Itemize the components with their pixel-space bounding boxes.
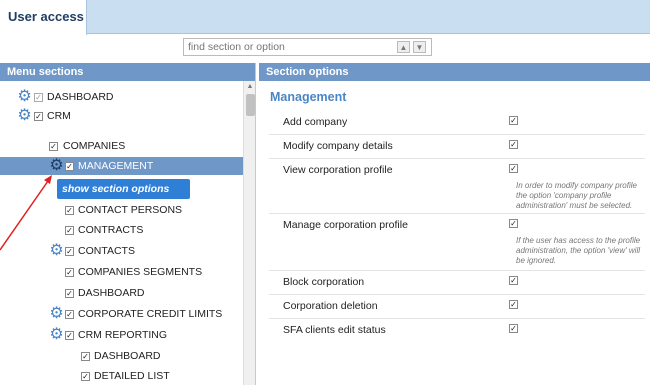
checkbox[interactable]: ✓: [65, 310, 74, 319]
tree-item-contact-persons[interactable]: ✓ CONTACT PERSONS: [0, 201, 243, 219]
checkbox[interactable]: ✓: [81, 352, 90, 361]
checkbox[interactable]: ✓: [65, 289, 74, 298]
tree-item-label: CONTACT PERSONS: [78, 204, 183, 216]
option-checkbox[interactable]: ✓: [509, 164, 518, 173]
tree-item-corporate-credit-limits[interactable]: ⚙ ✓ CORPORATE CREDIT LIMITS: [0, 305, 243, 323]
option-checkbox[interactable]: ✓: [509, 324, 518, 333]
tree-item-label: DETAILED LIST: [94, 370, 170, 382]
option-checkbox[interactable]: ✓: [509, 219, 518, 228]
tab-user-access[interactable]: User access: [0, 0, 87, 35]
option-label: Add company: [283, 116, 348, 128]
tree-item-label: DASHBOARD: [47, 91, 114, 103]
tree-item-label: CRM: [47, 110, 71, 122]
menu-sections-panel: Menu sections ⚙ ✓ DASHBOARD ⚙ ✓ CRM ✓ CO…: [0, 63, 256, 385]
option-note: In order to modify company profile the o…: [516, 181, 637, 210]
show-section-options-tooltip: show section options: [57, 179, 190, 199]
tree-item-crm[interactable]: ⚙ ✓ CRM: [0, 107, 243, 125]
tree-item-label: CORPORATE CREDIT LIMITS: [78, 308, 223, 320]
gear-icon[interactable]: ⚙: [17, 89, 32, 105]
option-label: View corporation profile: [283, 164, 393, 176]
section-options-panel: Section options Management Add company ✓…: [259, 63, 650, 385]
checkbox[interactable]: ✓: [65, 206, 74, 215]
tree-item-label: CONTACTS: [78, 245, 135, 257]
checkbox[interactable]: ✓: [81, 372, 90, 381]
scroll-thumb[interactable]: [246, 94, 255, 116]
option-label: SFA clients edit status: [283, 324, 386, 336]
option-label: Modify company details: [283, 140, 393, 152]
checkbox[interactable]: ✓: [65, 268, 74, 277]
checkbox[interactable]: ✓: [49, 142, 58, 151]
scroll-up-icon[interactable]: ▲: [244, 81, 255, 93]
arrow-down-icon[interactable]: ▼: [413, 41, 426, 53]
tree-item-dashboard-3[interactable]: ✓ DASHBOARD: [0, 347, 243, 365]
tree-item-management[interactable]: ⚙ ✓ MANAGEMENT: [0, 157, 243, 175]
search-box: ▲ ▼: [183, 38, 432, 56]
option-row: Add company ✓: [269, 111, 645, 135]
search-input[interactable]: [184, 39, 389, 55]
option-row: Modify company details ✓: [269, 135, 645, 159]
tree-item-label: DASHBOARD: [78, 287, 145, 299]
option-row: SFA clients edit status ✓: [269, 319, 645, 343]
checkbox[interactable]: ✓: [65, 226, 74, 235]
checkbox[interactable]: ✓: [65, 162, 74, 171]
tree-item-contacts[interactable]: ⚙ ✓ CONTACTS: [0, 242, 243, 260]
tree-item-detailed-list[interactable]: ✓ DETAILED LIST: [0, 367, 243, 385]
tree-item-dashboard[interactable]: ⚙ ✓ DASHBOARD: [0, 88, 243, 106]
checkbox[interactable]: ✓: [34, 112, 43, 121]
option-checkbox[interactable]: ✓: [509, 140, 518, 149]
section-title: Management: [270, 90, 347, 104]
option-note: If the user has access to the profile ad…: [516, 236, 641, 265]
option-row: View corporation profile ✓ In order to m…: [269, 159, 645, 214]
tree-item-label: COMPANIES SEGMENTS: [78, 266, 203, 278]
tree-item-crm-reporting[interactable]: ⚙ ✓ CRM REPORTING: [0, 326, 243, 344]
option-label: Corporation deletion: [283, 300, 378, 312]
option-row: Manage corporation profile ✓ If the user…: [269, 214, 645, 271]
checkbox[interactable]: ✓: [65, 331, 74, 340]
gear-icon[interactable]: ⚙: [49, 327, 64, 343]
tree-item-companies-segments[interactable]: ✓ COMPANIES SEGMENTS: [0, 263, 243, 281]
tree-item-label: MANAGEMENT: [78, 160, 154, 172]
checkbox[interactable]: ✓: [65, 247, 74, 256]
tree-item-companies[interactable]: ✓ COMPANIES: [0, 137, 243, 155]
gear-icon[interactable]: ⚙: [49, 243, 64, 259]
tree-item-dashboard-2[interactable]: ✓ DASHBOARD: [0, 284, 243, 302]
option-label: Block corporation: [283, 276, 365, 288]
option-checkbox[interactable]: ✓: [509, 116, 518, 125]
option-row: Corporation deletion ✓: [269, 295, 645, 319]
section-tree: ⚙ ✓ DASHBOARD ⚙ ✓ CRM ✓ COMPANIES ⚙ ✓ MA…: [0, 81, 255, 385]
checkbox[interactable]: ✓: [34, 93, 43, 102]
section-options-header: Section options: [259, 63, 650, 81]
arrow-up-icon[interactable]: ▲: [397, 41, 410, 53]
tree-item-label: COMPANIES: [63, 140, 126, 152]
tab-bar: User access: [0, 0, 650, 35]
tree-item-contracts[interactable]: ✓ CONTRACTS: [0, 221, 243, 239]
gear-icon[interactable]: ⚙: [49, 306, 64, 322]
gear-icon[interactable]: ⚙: [17, 108, 32, 124]
gear-icon[interactable]: ⚙: [49, 158, 64, 174]
tree-item-label: CRM REPORTING: [78, 329, 168, 341]
tree-scrollbar[interactable]: ▲: [243, 81, 255, 385]
option-row: Block corporation ✓: [269, 271, 645, 295]
option-checkbox[interactable]: ✓: [509, 276, 518, 285]
option-checkbox[interactable]: ✓: [509, 300, 518, 309]
tree-item-label: DASHBOARD: [94, 350, 161, 362]
option-label: Manage corporation profile: [283, 219, 408, 231]
tree-item-label: CONTRACTS: [78, 224, 144, 236]
menu-sections-header: Menu sections: [0, 63, 255, 81]
